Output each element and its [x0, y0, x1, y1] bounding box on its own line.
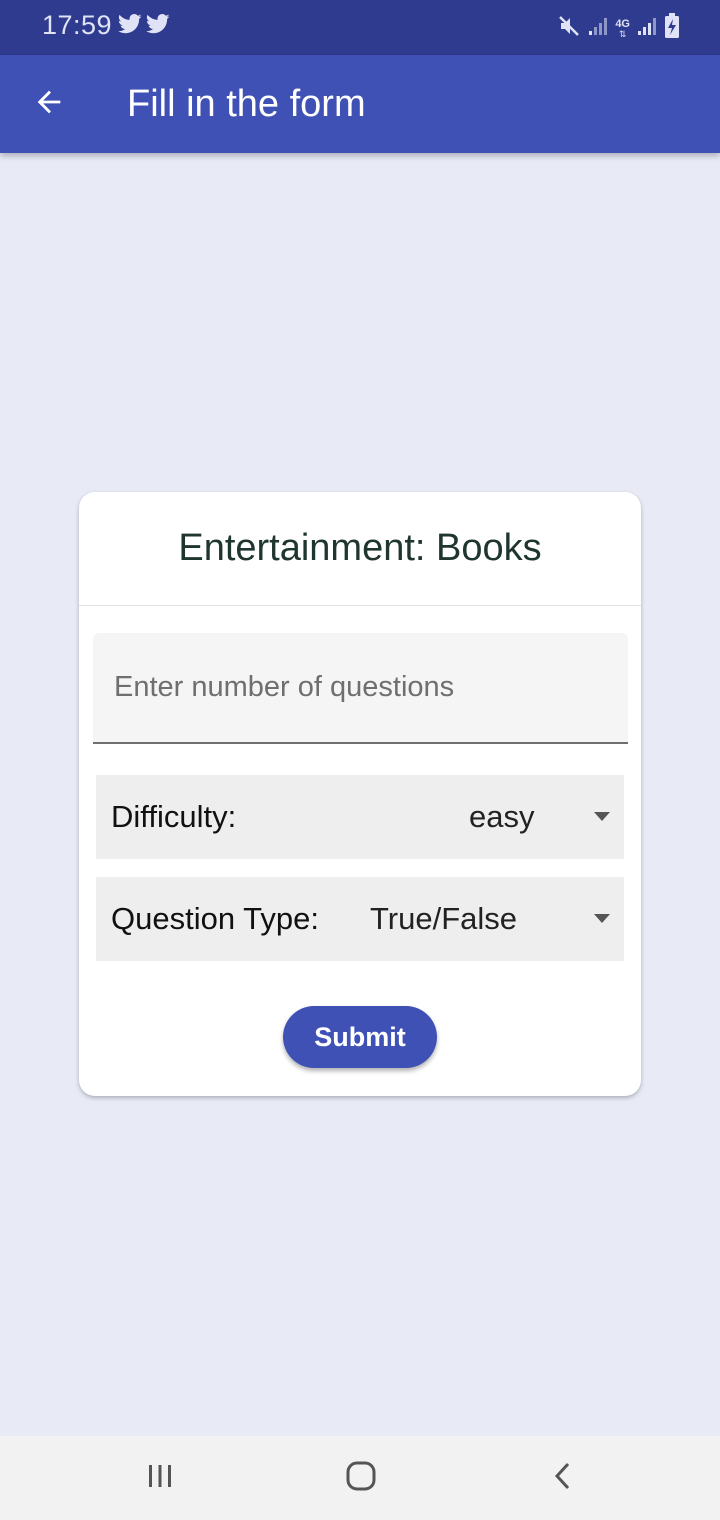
question-type-select[interactable]: Question Type: True/False	[96, 877, 624, 961]
num-questions-input[interactable]	[93, 633, 628, 742]
system-icons: 4G ⇅	[557, 13, 680, 44]
4g-icon: 4G ⇅	[615, 17, 630, 39]
home-icon	[345, 1460, 377, 1497]
signal-icon	[587, 15, 609, 42]
network-type-label: 4G	[615, 17, 630, 30]
recent-apps-icon	[145, 1461, 175, 1496]
page-title: Fill in the form	[127, 83, 366, 125]
mute-icon	[557, 14, 581, 43]
home-button[interactable]	[339, 1456, 383, 1500]
back-icon	[548, 1461, 578, 1496]
arrow-back-icon	[32, 85, 66, 124]
twitter-icon	[118, 13, 142, 40]
recent-apps-button[interactable]	[138, 1456, 182, 1500]
question-type-label: Question Type:	[111, 901, 319, 936]
notification-icons	[118, 13, 170, 40]
navigation-bar	[0, 1436, 720, 1520]
status-bar: 17:59 4G ⇅	[0, 0, 720, 55]
chevron-down-icon	[594, 812, 610, 821]
question-type-value: True/False	[370, 901, 518, 936]
data-arrows-icon: ⇅	[618, 28, 627, 39]
num-questions-field[interactable]	[93, 633, 628, 744]
submit-button[interactable]: Submit	[283, 1006, 437, 1068]
nav-back-button[interactable]	[541, 1456, 585, 1500]
signal-icon	[636, 15, 658, 42]
twitter-icon	[146, 13, 170, 40]
chevron-down-icon	[594, 914, 610, 923]
divider	[79, 605, 641, 606]
back-button[interactable]	[20, 75, 78, 133]
difficulty-label: Difficulty:	[111, 799, 237, 834]
difficulty-value: easy	[469, 799, 535, 834]
form-card: Entertainment: Books Difficulty: easy Qu…	[79, 492, 641, 1096]
category-title: Entertainment: Books	[178, 527, 542, 569]
app-bar: Fill in the form	[0, 55, 720, 153]
battery-charging-icon	[664, 13, 680, 44]
status-time: 17:59	[42, 10, 113, 40]
difficulty-select[interactable]: Difficulty: easy	[96, 775, 624, 859]
